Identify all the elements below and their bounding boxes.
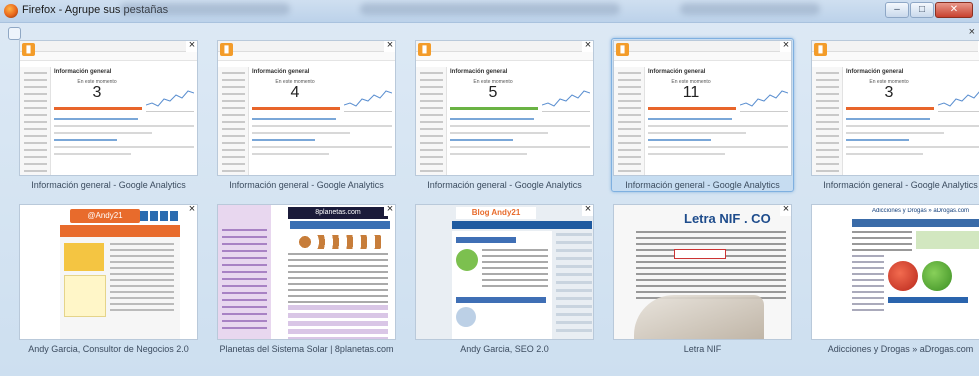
tab-thumbnail[interactable]: A @Andy21 × Andy Garcia, Consultor de Ne… [17,202,200,356]
ga-sidebar [416,67,447,175]
tab-caption: Información general - Google Analytics [625,180,780,190]
blurred-tab-strip [120,3,290,15]
tab-thumbnail[interactable]: ▮ Información general En este momento 5 … [413,38,596,192]
title-bar: Firefox - Agrupe sus pestañas – □ ✕ [0,0,979,23]
ga-header: Información general [252,69,310,75]
site-logo: @Andy21 [70,209,140,223]
site-logo: Blog Andy21 [456,207,536,219]
visitors-now-value: 4 [290,84,300,101]
close-tab-icon[interactable]: × [186,41,197,52]
tab-groups-grid: ▮ Información general En este momento 3 … [17,38,979,366]
ga-header: Información general [54,69,112,75]
ga-header: Información general [846,69,904,75]
ga-sidebar [614,67,645,175]
blurred-tab-strip [360,3,620,15]
ga-tables [54,118,194,155]
ga-sparkline [344,90,392,112]
tab-thumbnail[interactable]: Letra NIF . CO × Letra NIF [611,202,794,356]
tab-thumbnail[interactable]: ✕ Adicciones y Drogas » aDrogas.com × Ad… [809,202,979,356]
visitors-now-value: 5 [488,84,498,101]
window-controls: – □ ✕ [885,2,973,18]
tab-thumbnail[interactable]: ▮ Información general En este momento 3 … [809,38,979,192]
ga-progress-bar [450,107,538,110]
ga-sparkline [146,90,194,112]
ga-sparkline [542,90,590,112]
tab-preview[interactable]: ▮ Información general En este momento 3 … [811,40,979,176]
tab-caption: Andy Garcia, Consultor de Negocios 2.0 [28,344,189,354]
tab-preview[interactable]: Letra NIF . CO × [613,204,792,340]
site-logo: 8planetas.com [288,207,388,219]
close-tab-icon[interactable]: × [186,205,197,216]
close-tab-icon[interactable]: × [582,205,593,216]
site-logo: Letra NIF . CO [684,211,771,226]
tab-caption: Información general - Google Analytics [31,180,186,190]
ga-main: Información general En este momento 4 [252,69,392,175]
tab-preview[interactable]: ✕ Adicciones y Drogas » aDrogas.com × [811,204,979,340]
ga-main: Información general En este momento 3 [54,69,194,175]
tab-caption: Información general - Google Analytics [427,180,582,190]
minimize-button[interactable]: – [885,2,909,18]
ga-main: Información general En este momento 3 [846,69,979,175]
google-analytics-favicon-icon: ▮ [22,43,35,56]
close-tab-icon[interactable]: × [384,41,395,52]
close-tab-icon[interactable]: × [384,205,395,216]
ga-tables [846,118,979,155]
ga-main: Información general En este momento 5 [450,69,590,175]
visitors-now-value: 3 [884,84,894,101]
ga-sidebar [20,67,51,175]
site-logo: Adicciones y Drogas » aDrogas.com [872,208,970,214]
tab-preview[interactable]: ▮ Información general En este momento 3 … [19,40,198,176]
close-tab-icon[interactable]: × [780,205,791,216]
ga-progress-bar [648,107,736,110]
tab-row: ▮ Información general En este momento 3 … [17,38,979,192]
tab-caption: Andy Garcia, SEO 2.0 [460,344,549,354]
tab-row: A @Andy21 × Andy Garcia, Consultor de Ne… [17,202,979,356]
ga-main: Información general En este momento 11 [648,69,788,175]
google-analytics-favicon-icon: ▮ [418,43,431,56]
close-tab-icon[interactable]: × [780,41,791,52]
tab-preview[interactable]: ▮ Información general En este momento 11… [613,40,792,176]
ga-progress-bar [54,107,142,110]
ga-progress-bar [846,107,934,110]
firefox-logo-icon [4,4,18,18]
google-analytics-favicon-icon: ▮ [814,43,827,56]
tab-preview[interactable]: 8 8planetas.com × [217,204,396,340]
tab-thumbnail[interactable]: ▮ Información general En este momento 4 … [215,38,398,192]
maximize-button[interactable]: □ [910,2,934,18]
close-window-button[interactable]: ✕ [935,2,973,18]
close-tab-icon[interactable]: × [582,41,593,52]
tab-caption: Información general - Google Analytics [823,180,978,190]
tab-preview[interactable]: ▮ Información general En este momento 5 … [415,40,594,176]
tab-thumbnail[interactable]: 8 8planetas.com × Planetas del Sistema S… [215,202,398,356]
visitors-now-value: 11 [682,84,700,101]
tab-preview[interactable]: ▮ Información general En este momento 4 … [217,40,396,176]
tab-caption: Información general - Google Analytics [229,180,384,190]
tab-thumbnail[interactable]: Blog Andy21 × Andy Garcia, SEO 2.0 [413,202,596,356]
tab-thumbnail[interactable]: ▮ Información general En este momento 11… [611,38,794,192]
ga-progress-bar [252,107,340,110]
ga-tables [450,118,590,155]
ga-tables [648,118,788,155]
ga-tables [252,118,392,155]
close-icon[interactable]: × [969,26,975,38]
tab-caption: Letra NIF [683,344,722,354]
ga-header: Información general [450,69,508,75]
visitors-now-value: 3 [92,84,102,101]
tab-caption: Adicciones y Drogas » aDrogas.com [827,344,974,354]
blurred-tab-strip [680,3,820,15]
ga-sparkline [938,91,979,112]
tab-caption: Planetas del Sistema Solar | 8planetas.c… [219,344,394,354]
ga-sparkline [740,90,788,112]
ga-sidebar [812,67,843,175]
ga-sidebar [218,67,249,175]
tab-thumbnail[interactable]: ▮ Información general En este momento 3 … [17,38,200,192]
tab-preview[interactable]: Blog Andy21 × [415,204,594,340]
google-analytics-favicon-icon: ▮ [220,43,233,56]
ga-header: Información general [648,69,706,75]
google-analytics-favicon-icon: ▮ [616,43,629,56]
tab-preview[interactable]: A @Andy21 × [19,204,198,340]
